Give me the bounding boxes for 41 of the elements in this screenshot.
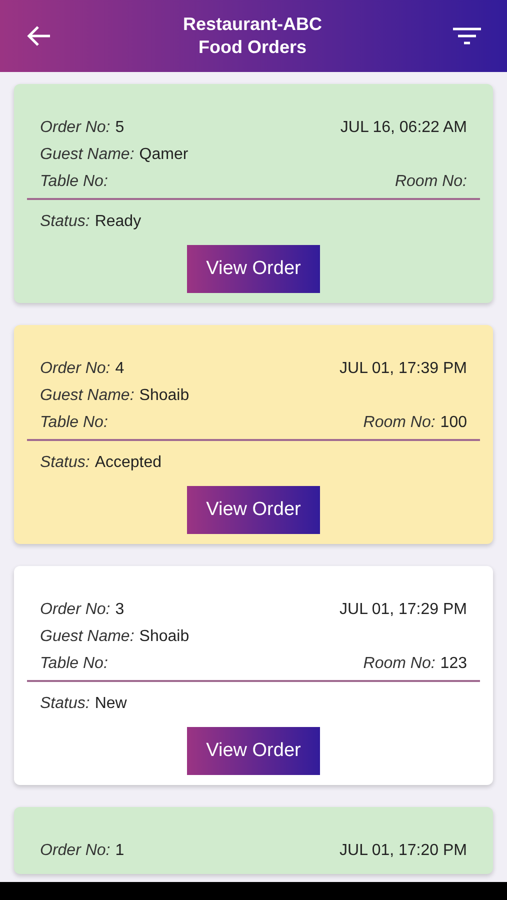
order-number: 1 [115,841,124,861]
table-label: Table No: [40,172,108,192]
screen-title: Food Orders [198,36,306,59]
back-arrow-icon [26,25,52,47]
order-datetime: JUL 16, 06:22 AM [340,118,467,138]
status-value: Accepted [94,453,162,473]
order-number: 4 [115,359,124,379]
order-datetime: JUL 01, 17:29 PM [340,600,467,620]
back-button[interactable] [26,25,52,47]
status-label: Status: [40,212,90,232]
guest-name: Qamer [139,145,188,165]
order-label: Order No: [40,600,110,620]
room-label: Room No: [363,413,436,433]
restaurant-title: Restaurant-ABC [182,13,322,36]
status-value: Ready [94,212,142,232]
order-datetime: JUL 01, 17:39 PM [340,359,467,379]
table-label: Table No: [40,413,108,433]
order-label: Order No: [40,841,110,861]
filter-button[interactable] [453,27,481,45]
guest-label: Guest Name: [40,386,134,406]
status-label: Status: [40,453,90,473]
table-label: Table No: [40,654,108,674]
filter-icon [453,27,481,45]
guest-name: Shoaib [139,386,190,406]
room-number: 100 [440,413,467,433]
guest-label: Guest Name: [40,145,134,165]
view-order-button[interactable]: View Order [187,486,320,534]
order-datetime: JUL 01, 17:20 PM [340,841,467,861]
status-label: Status: [40,694,90,714]
room-label: Room No: [363,654,436,674]
view-order-button[interactable]: View Order [187,727,320,775]
guest-label: Guest Name: [40,627,134,647]
order-label: Order No: [40,118,110,138]
order-number: 3 [115,600,124,620]
room-label: Room No: [394,172,467,192]
order-label: Order No: [40,359,110,379]
room-number: 123 [440,654,467,674]
guest-name: Shoaib [139,627,190,647]
status-value: New [94,694,127,714]
order-number: 5 [115,118,124,138]
view-order-button[interactable]: View Order [187,245,320,293]
